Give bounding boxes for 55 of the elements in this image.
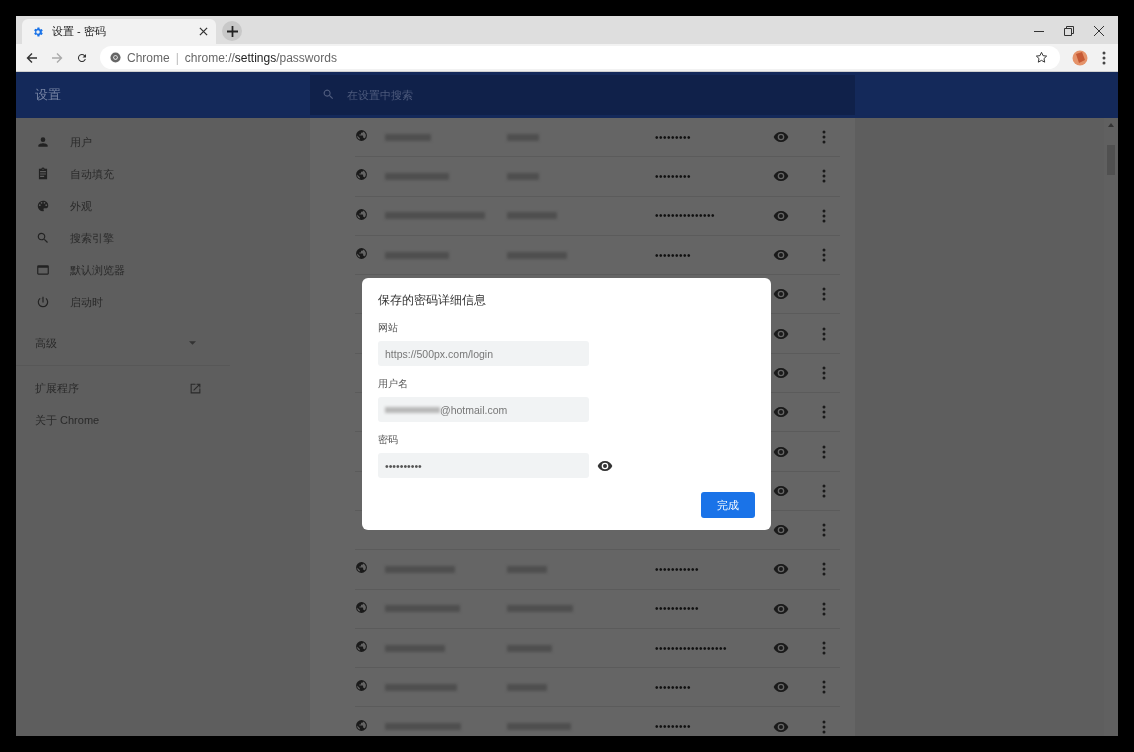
page-title: 设置 [34, 86, 62, 104]
password-dots: ••••••••• [655, 681, 692, 693]
avatar-icon[interactable] [1072, 49, 1088, 66]
clipboard-icon [36, 167, 50, 181]
close-icon[interactable] [1094, 26, 1104, 36]
globe-icon [355, 679, 368, 693]
password-dots: ••••••••• [655, 170, 692, 182]
separator-text: | [175, 50, 179, 65]
password-dots: ••••••••••••••• [655, 210, 716, 222]
more-icon[interactable] [1102, 50, 1106, 65]
globe-icon [355, 718, 368, 732]
site-label: Chrome [127, 50, 170, 65]
globe-icon [355, 561, 368, 575]
scroll-up-icon[interactable] [1108, 123, 1114, 127]
address-bar[interactable]: Chrome | chrome://settings/passwords [100, 46, 1060, 69]
field-label: 网站 [378, 321, 399, 335]
palette-icon [36, 199, 50, 213]
done-button[interactable]: 完成 [701, 492, 755, 518]
chrome-logo-icon [110, 52, 121, 63]
globe-icon [355, 247, 368, 261]
gear-icon [32, 25, 44, 38]
password-dots: ••••••••• [655, 721, 692, 733]
star-icon[interactable] [1035, 51, 1048, 64]
restore-icon[interactable] [1064, 26, 1074, 36]
password-dots: ••••••••• [655, 131, 692, 143]
globe-icon [355, 129, 368, 143]
field-label: 密码 [378, 433, 399, 447]
blurred-text [385, 406, 440, 413]
password-dots: •••••••••••••••••• [655, 642, 729, 654]
power-icon [36, 295, 50, 309]
text-field[interactable]: •••••••••• [378, 453, 589, 478]
text-field[interactable]: @hotmail.com [378, 397, 589, 422]
new-tab-button[interactable] [222, 21, 242, 41]
globe-icon [355, 640, 368, 653]
forward-icon[interactable] [51, 51, 63, 64]
globe-icon [355, 207, 368, 221]
browser-window-icon [36, 263, 50, 277]
reload-icon[interactable] [76, 51, 88, 64]
browser-tab[interactable]: 设置 - 密码 [22, 19, 216, 44]
globe-icon [355, 600, 368, 614]
text-field[interactable]: https://500px.com/login [378, 341, 589, 366]
plus-icon [226, 25, 238, 37]
search-icon [322, 88, 335, 101]
password-dots: ••••••••• [655, 249, 692, 261]
url-text: chrome://settings/passwords [184, 50, 338, 65]
caret-icon [189, 341, 196, 345]
field-label: 用户名 [378, 377, 409, 391]
back-icon[interactable] [26, 51, 38, 64]
search-icon [36, 231, 50, 245]
close-icon[interactable] [199, 27, 208, 36]
dialog-title: 保存的密码详细信息 [378, 292, 487, 309]
password-dots: ••••••••••• [655, 563, 700, 575]
password-dots: ••••••••••• [655, 603, 700, 615]
globe-icon [355, 168, 368, 182]
person-icon [36, 135, 50, 149]
